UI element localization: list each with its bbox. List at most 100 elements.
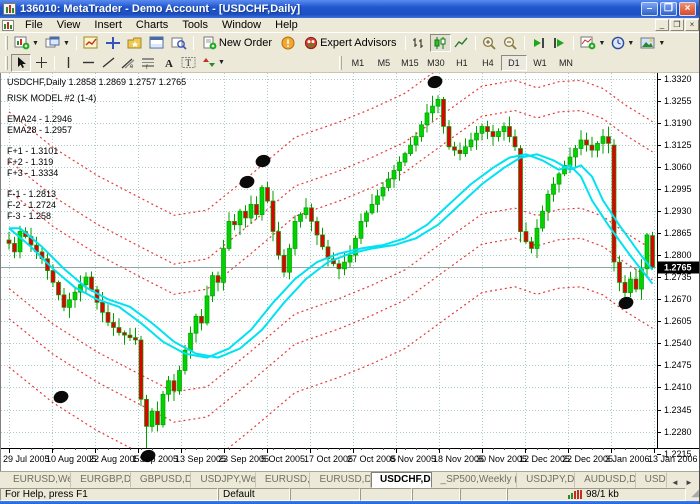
- chart-tab-usdchf-daily[interactable]: USDCHF,Daily: [371, 472, 432, 488]
- horizontal-line-button[interactable]: [78, 54, 98, 72]
- chart-shift-button[interactable]: [549, 34, 570, 52]
- vertical-line-icon: [63, 56, 74, 69]
- toolbar-separator: [524, 36, 525, 50]
- menu-tools[interactable]: Tools: [175, 18, 215, 32]
- strategy-tester-button[interactable]: [168, 34, 190, 52]
- menu-window[interactable]: Window: [215, 18, 268, 32]
- toolbar-grip[interactable]: [339, 56, 342, 70]
- terminal-button[interactable]: [146, 34, 168, 52]
- chart-tab-usdjpy-weekly[interactable]: USDJPY,Weekly: [191, 472, 256, 488]
- svg-text:1.2540: 1.2540: [664, 338, 692, 348]
- templates-icon: [640, 36, 656, 50]
- chart-tab-usdjpy-daily[interactable]: USDJPY,Daily: [517, 472, 575, 488]
- price-chart[interactable]: 1.33201.32551.31901.31251.30601.29951.29…: [1, 73, 700, 471]
- menu-file[interactable]: File: [18, 18, 50, 32]
- indicators-button[interactable]: ▼: [577, 34, 608, 52]
- fibonacci-button[interactable]: f: [138, 54, 158, 72]
- mdi-restore-button[interactable]: ❒: [670, 19, 684, 31]
- vertical-line-button[interactable]: [58, 54, 78, 72]
- data-window-button[interactable]: [102, 34, 124, 52]
- timeframe-mn[interactable]: MN: [553, 55, 579, 71]
- svg-text:F+2 - 1.319: F+2 - 1.319: [7, 157, 53, 167]
- chart-tab-eurusd-daily[interactable]: EURUSD,Daily: [310, 472, 371, 488]
- alert-button[interactable]: [278, 34, 298, 52]
- auto-scroll-button[interactable]: [528, 34, 549, 52]
- profiles-button[interactable]: ▼: [42, 34, 73, 52]
- crosshair-button[interactable]: [31, 54, 51, 72]
- timeframe-m5[interactable]: M5: [371, 55, 397, 71]
- zoom-out-button[interactable]: [500, 34, 521, 52]
- chart-tab-eurgbp-daily[interactable]: EURGBP,Daily: [71, 472, 131, 488]
- status-traffic: 98/1 kb: [586, 489, 619, 500]
- svg-text:5 Oct 2005: 5 Oct 2005: [261, 454, 305, 464]
- chart-mdi-icon[interactable]: [2, 20, 14, 31]
- menu-insert[interactable]: Insert: [87, 18, 129, 32]
- expert-advisors-button[interactable]: Expert Advisors: [298, 34, 402, 52]
- zoom-in-button[interactable]: [479, 34, 500, 52]
- crosshair-icon: [35, 56, 48, 69]
- close-button[interactable]: ×: [679, 2, 696, 16]
- chart-tab-gbpusd-daily[interactable]: GBPUSD,Daily: [131, 472, 192, 488]
- profiles-icon: [45, 36, 61, 50]
- svg-text:F+3 - 1.3334: F+3 - 1.3334: [7, 168, 58, 178]
- text-label-button[interactable]: T: [178, 54, 199, 72]
- svg-text:EMA24 - 1.2946: EMA24 - 1.2946: [7, 114, 72, 124]
- chart-tab-eurusd-h1[interactable]: EURUSD,H1: [256, 472, 311, 488]
- timeframe-m15[interactable]: M15: [397, 55, 423, 71]
- timeframe-d1[interactable]: D1: [501, 55, 527, 71]
- menu-help[interactable]: Help: [268, 18, 305, 32]
- svg-text:A: A: [165, 58, 173, 69]
- chart-tab--sp500-weekly-offline-[interactable]: _SP500,Weekly (offline): [432, 472, 518, 488]
- expert-advisors-label: Expert Advisors: [320, 37, 396, 49]
- minimize-button[interactable]: –: [641, 2, 658, 16]
- menu-charts[interactable]: Charts: [129, 18, 175, 32]
- timeframe-w1[interactable]: W1: [527, 55, 553, 71]
- status-bar: For Help, press F1 Default 98/1 kb ◢: [0, 488, 699, 501]
- new-order-button[interactable]: New Order: [197, 34, 278, 52]
- cursor-button[interactable]: [11, 54, 31, 72]
- text-icon: A: [162, 56, 175, 69]
- svg-text:F-1 - 1.2813: F-1 - 1.2813: [7, 189, 56, 199]
- new-chart-button[interactable]: ▼: [11, 34, 42, 52]
- equidistant-channel-button[interactable]: e: [118, 54, 138, 72]
- timeframe-m1[interactable]: M1: [345, 55, 371, 71]
- timeframe-h1[interactable]: H1: [449, 55, 475, 71]
- timeframe-h4[interactable]: H4: [475, 55, 501, 71]
- svg-text:13 Jan 2006: 13 Jan 2006: [648, 454, 698, 464]
- tab-scroll-arrows: ◄ ►: [667, 478, 697, 488]
- status-profile[interactable]: Default: [218, 488, 290, 501]
- menu-bar: FileViewInsertChartsToolsWindowHelp _ ❒ …: [0, 18, 699, 33]
- mdi-minimize-button[interactable]: _: [655, 19, 669, 31]
- mdi-close-button[interactable]: ×: [685, 19, 699, 31]
- svg-text:1.2605: 1.2605: [664, 316, 692, 326]
- maximize-button[interactable]: ❒: [660, 2, 677, 16]
- resize-grip[interactable]: ◢: [686, 488, 699, 501]
- svg-text:1.3125: 1.3125: [664, 140, 692, 150]
- text-button[interactable]: A: [158, 54, 178, 72]
- menu-view[interactable]: View: [50, 18, 88, 32]
- line-chart-mode-button[interactable]: [451, 34, 472, 52]
- tab-scroll-left-icon[interactable]: ◄: [669, 478, 681, 487]
- candlestick-mode-button[interactable]: [430, 34, 451, 52]
- timeframe-m30[interactable]: M30: [423, 55, 449, 71]
- toolbar-grip[interactable]: [5, 36, 8, 50]
- toolbar-separator: [405, 36, 406, 50]
- templates-button[interactable]: ▼: [637, 34, 668, 52]
- trendline-button[interactable]: [98, 54, 118, 72]
- periods-button[interactable]: ▼: [608, 34, 637, 52]
- tab-scroll-right-icon[interactable]: ►: [683, 478, 695, 487]
- bar-chart-mode-button[interactable]: [409, 34, 430, 52]
- chart-tab-eurusd-weekly[interactable]: EURUSD,Weekly: [4, 472, 71, 488]
- metatrader-window: 136010: MetaTrader - Demo Account - [USD…: [0, 0, 700, 504]
- timeframes-toolbar: M1M5M15M30H1H4D1W1MN: [345, 55, 579, 71]
- toolbar-grip[interactable]: [5, 56, 8, 70]
- status-panel-empty: [412, 488, 460, 501]
- arrows-button[interactable]: ▼: [199, 54, 228, 72]
- navigator-button[interactable]: [124, 34, 146, 52]
- chart-tab-audusd-daily[interactable]: AUDUSD,Daily: [575, 472, 636, 488]
- market-watch-button[interactable]: [80, 34, 102, 52]
- chart-tab-usd[interactable]: USD: [636, 472, 667, 488]
- svg-text:1.3060: 1.3060: [664, 162, 692, 172]
- dropdown-arrow-icon: ▼: [32, 40, 39, 47]
- auto-scroll-icon: [531, 36, 546, 50]
